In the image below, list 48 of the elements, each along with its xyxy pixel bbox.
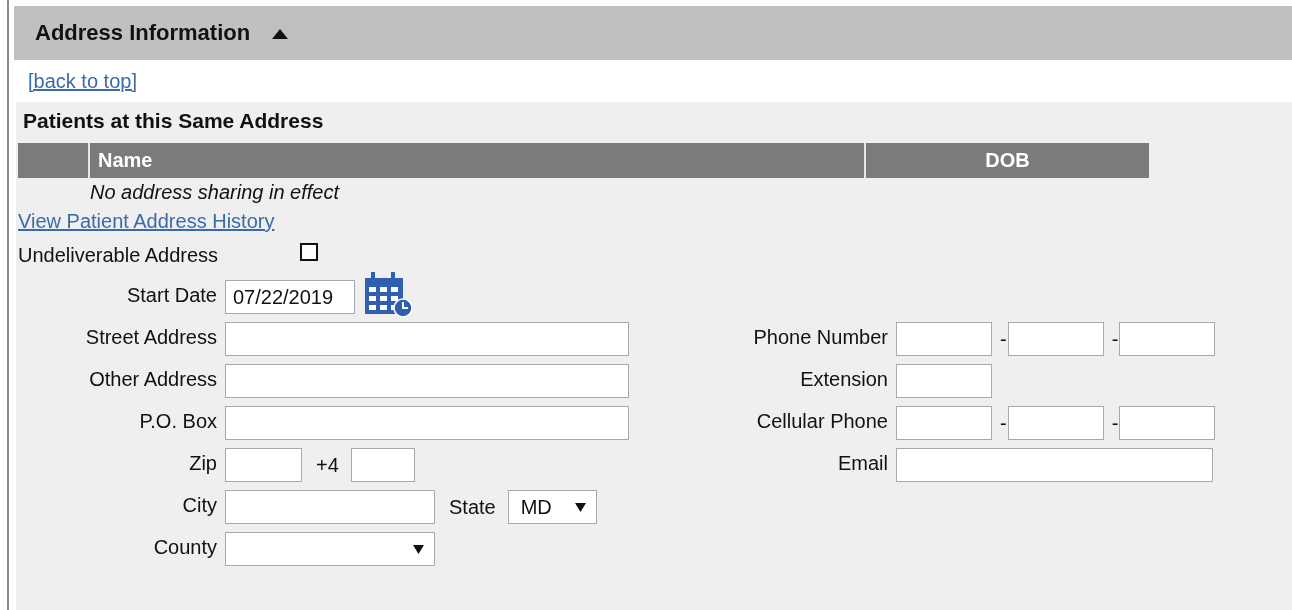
section-header[interactable]: Address Information [14, 6, 1292, 60]
field-label: City [182, 493, 217, 516]
table-header-cell: DOB [864, 143, 1149, 178]
input-field[interactable] [225, 322, 629, 356]
input-field[interactable] [896, 322, 992, 356]
field-label: Email [838, 451, 888, 474]
input-field[interactable] [350, 448, 415, 482]
field-label: State [449, 495, 496, 519]
caret-icon [574, 502, 586, 512]
input-field[interactable] [225, 490, 435, 524]
section-title: Address Information [35, 20, 251, 46]
separator-text: - [1000, 411, 1007, 435]
input-field[interactable] [225, 364, 629, 398]
input-field[interactable] [896, 364, 992, 398]
table-header-cell: Name [88, 143, 864, 178]
address-history-link[interactable]: View Patient Address History [18, 210, 275, 232]
input-field[interactable] [1119, 406, 1216, 440]
separator-text: - [1000, 327, 1007, 351]
input-field[interactable] [896, 448, 1213, 482]
field-label: Phone Number [753, 325, 888, 348]
field-label: Street Address [85, 325, 217, 348]
field-label: County [153, 535, 217, 558]
input-field[interactable] [225, 406, 629, 440]
empty-message: No address sharing in effect [90, 181, 340, 203]
field-label: +4 [316, 453, 339, 477]
field-label: Zip [189, 451, 217, 474]
field-label: Undeliverable Address [18, 243, 219, 266]
separator-text: - [1111, 411, 1119, 435]
input-field[interactable] [225, 448, 302, 482]
dropdown[interactable]: MD [507, 490, 597, 524]
input-field[interactable] [1007, 322, 1104, 356]
collapse-icon[interactable] [272, 27, 289, 39]
field-label: Cellular Phone [756, 409, 888, 432]
caret-icon [413, 544, 424, 554]
field-label: P.O. Box [139, 409, 217, 432]
calendar-icon[interactable] [363, 270, 413, 318]
input-field[interactable]: 07/22/2019 [225, 280, 355, 314]
separator-text: - [1111, 327, 1119, 351]
input-field[interactable] [896, 406, 992, 440]
input-field[interactable] [1119, 322, 1216, 356]
back-to-top-link[interactable]: [back to top] [28, 70, 137, 92]
field-label: Start Date [126, 283, 217, 306]
dropdown[interactable] [225, 532, 435, 566]
field-label: Extension [800, 367, 888, 390]
checkbox[interactable] [300, 243, 318, 261]
input-field[interactable] [1007, 406, 1104, 440]
subsection-title: Patients at this Same Address [22, 108, 325, 134]
field-label: Other Address [89, 367, 217, 390]
